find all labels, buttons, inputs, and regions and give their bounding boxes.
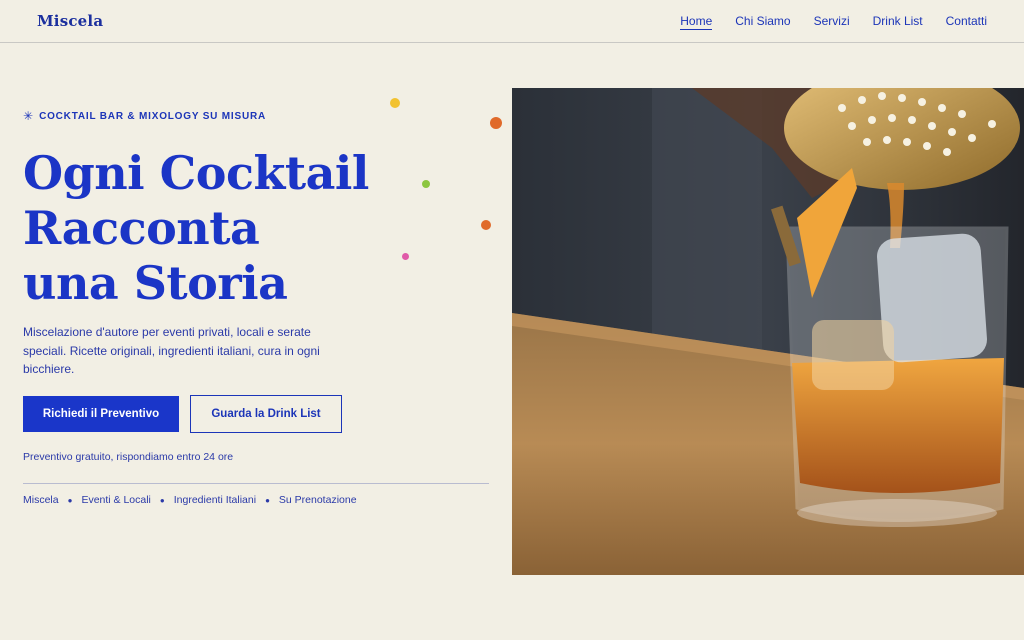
eyebrow-text: COCKTAIL BAR & MIXOLOGY SU MISURA (39, 110, 267, 122)
nav-drink-list[interactable]: Drink List (873, 14, 923, 30)
nav-contatti[interactable]: Contatti (946, 14, 987, 30)
tag-item: Miscela (23, 494, 59, 506)
logo[interactable]: Miscela (37, 12, 103, 30)
tag-item: Eventi & Locali (81, 494, 151, 506)
bullet-separator: ● (265, 495, 270, 505)
sparkle-icon: ✳ (23, 109, 34, 123)
view-drink-list-button[interactable]: Guarda la Drink List (190, 395, 342, 433)
site-header: Miscela Home Chi Siamo Servizi Drink Lis… (0, 0, 1024, 43)
nav-servizi[interactable]: Servizi (814, 14, 850, 30)
bullet-separator: ● (159, 495, 165, 505)
bullet-separator: ● (67, 495, 73, 505)
cocktail-illustration (512, 88, 1024, 575)
hero-description: Miscelazione d'autore per eventi privati… (23, 325, 320, 376)
confetti-dot (390, 98, 400, 108)
confetti-dot (422, 180, 430, 188)
hero-title: Ogni Cocktail Racconta una Storia (23, 146, 403, 311)
main-nav: Home Chi Siamo Servizi Drink List Contat… (680, 14, 987, 30)
confetti-dot (490, 117, 502, 129)
request-quote-button[interactable]: Richiedi il Preventivo (23, 396, 179, 432)
hero-title-line-1: Ogni Cocktail (23, 146, 369, 200)
nav-home[interactable]: Home (680, 14, 713, 30)
tag-item: Ingredienti Italiani (173, 494, 257, 506)
confetti-dot (481, 220, 491, 230)
hero-title-line-3: una Storia (23, 256, 288, 310)
hero-tags: Miscela ● Eventi & Locali ● Ingredienti … (23, 494, 357, 506)
hero-eyebrow: ✳ COCKTAIL BAR & MIXOLOGY SU MISURA (23, 110, 266, 122)
hero-cocktail-image (512, 88, 1024, 575)
divider (23, 483, 489, 484)
quote-note: Preventivo gratuito, rispondiamo entro 2… (23, 451, 234, 463)
confetti-dot (402, 253, 409, 260)
hero-title-line-2: Racconta (23, 201, 260, 255)
tag-item: Su Prenotazione (278, 494, 357, 506)
nav-chi-siamo[interactable]: Chi Siamo (735, 14, 790, 30)
